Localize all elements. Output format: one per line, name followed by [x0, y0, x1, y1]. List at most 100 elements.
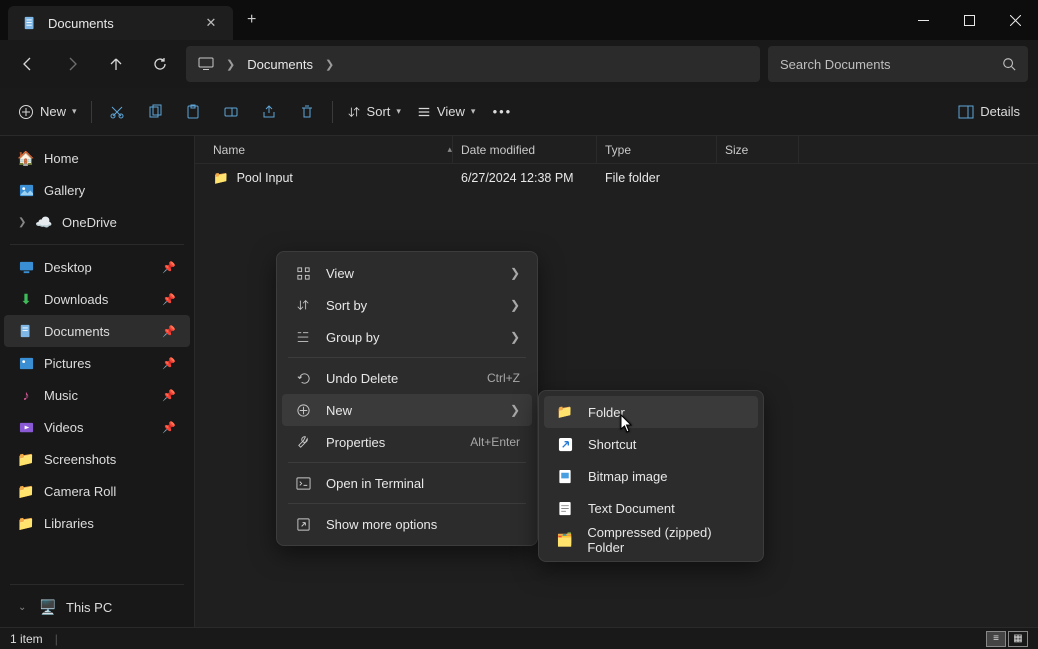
paste-button[interactable] — [174, 96, 212, 128]
ctx-show-more[interactable]: Show more options — [282, 508, 532, 540]
chevron-right-icon: ❯ — [510, 330, 520, 344]
new-submenu: 📁Folder Shortcut Bitmap image Text Docum… — [538, 390, 764, 562]
column-headers: Name▴ Date modified Type Size — [195, 136, 1038, 164]
title-bar: Documents ✕ + — [0, 0, 1038, 40]
sidebar-item-onedrive[interactable]: ❯☁️OneDrive — [4, 206, 190, 238]
more-button[interactable]: ••• — [483, 96, 521, 128]
forward-button[interactable] — [54, 46, 90, 82]
thumbnails-view-toggle[interactable]: ▦ — [1008, 631, 1028, 647]
submenu-shortcut[interactable]: Shortcut — [544, 428, 758, 460]
folder-icon: 📁 — [18, 515, 34, 531]
submenu-text[interactable]: Text Document — [544, 492, 758, 524]
submenu-bitmap[interactable]: Bitmap image — [544, 460, 758, 492]
submenu-zip[interactable]: 🗂️Compressed (zipped) Folder — [544, 524, 758, 556]
undo-icon — [294, 371, 312, 386]
toolbar: New ▾ Sort ▾ View ▾ ••• Details — [0, 88, 1038, 136]
plus-circle-icon — [294, 403, 312, 418]
sidebar-item-documents[interactable]: Documents📌 — [4, 315, 190, 347]
ctx-group-by[interactable]: Group by❯ — [282, 321, 532, 353]
column-type[interactable]: Type — [597, 136, 717, 163]
submenu-folder[interactable]: 📁Folder — [544, 396, 758, 428]
refresh-button[interactable] — [142, 46, 178, 82]
search-placeholder: Search Documents — [780, 57, 891, 72]
sidebar-item-videos[interactable]: Videos📌 — [4, 411, 190, 443]
view-button[interactable]: View ▾ — [409, 96, 483, 128]
sort-indicator-icon: ▴ — [447, 144, 452, 155]
chevron-down-icon: ▾ — [396, 106, 401, 117]
bitmap-icon — [556, 469, 574, 484]
context-menu: View❯ Sort by❯ Group by❯ Undo DeleteCtrl… — [276, 251, 538, 546]
up-button[interactable] — [98, 46, 134, 82]
details-pane-icon — [958, 104, 974, 120]
ctx-sort-by[interactable]: Sort by❯ — [282, 289, 532, 321]
file-row[interactable]: 📁Pool Input 6/27/2024 12:38 PM File fold… — [195, 164, 1038, 192]
sidebar-item-cameraroll[interactable]: 📁Camera Roll — [4, 475, 190, 507]
sidebar-item-home[interactable]: 🏠Home — [4, 142, 190, 174]
ctx-new[interactable]: New❯ — [282, 394, 532, 426]
chevron-right-icon: ❯ — [325, 58, 334, 71]
ctx-properties[interactable]: PropertiesAlt+Enter — [282, 426, 532, 458]
minimize-button[interactable] — [900, 0, 946, 40]
ctx-open-terminal[interactable]: Open in Terminal — [282, 467, 532, 499]
folder-icon: 📁 — [213, 171, 229, 186]
list-icon — [417, 105, 431, 119]
rename-button[interactable] — [212, 96, 250, 128]
ctx-view[interactable]: View❯ — [282, 257, 532, 289]
chevron-right-icon: ❯ — [510, 403, 520, 417]
ctx-undo-delete[interactable]: Undo DeleteCtrl+Z — [282, 362, 532, 394]
documents-icon — [22, 15, 38, 31]
new-button[interactable]: New ▾ — [10, 96, 85, 128]
column-size[interactable]: Size — [717, 136, 799, 163]
videos-icon — [18, 419, 34, 435]
share-button[interactable] — [250, 96, 288, 128]
view-label: View — [437, 104, 465, 119]
sidebar-item-downloads[interactable]: ⬇Downloads📌 — [4, 283, 190, 315]
delete-button[interactable] — [288, 96, 326, 128]
shortcut-text: Alt+Enter — [470, 435, 520, 449]
cut-button[interactable] — [98, 96, 136, 128]
pc-icon — [198, 56, 214, 72]
sort-button[interactable]: Sort ▾ — [339, 96, 409, 128]
column-name[interactable]: Name▴ — [195, 136, 453, 163]
close-button[interactable] — [992, 0, 1038, 40]
column-date[interactable]: Date modified — [453, 136, 597, 163]
sidebar-item-music[interactable]: ♪Music📌 — [4, 379, 190, 411]
sidebar-item-gallery[interactable]: Gallery — [4, 174, 190, 206]
new-tab-button[interactable]: + — [247, 11, 256, 29]
breadcrumb-documents[interactable]: Documents — [247, 57, 313, 72]
music-icon: ♪ — [18, 387, 34, 403]
folder-icon: 📁 — [556, 404, 574, 420]
sidebar-item-pictures[interactable]: Pictures📌 — [4, 347, 190, 379]
window-controls — [900, 0, 1038, 40]
group-icon — [294, 330, 312, 344]
item-count: 1 item — [10, 632, 43, 646]
details-view-toggle[interactable]: ≡ — [986, 631, 1006, 647]
sidebar-item-thispc[interactable]: ⌄🖥️This PC — [4, 591, 190, 623]
address-bar[interactable]: ❯ Documents ❯ — [186, 46, 760, 82]
sidebar-item-libraries[interactable]: 📁Libraries — [4, 507, 190, 539]
zip-folder-icon: 🗂️ — [556, 532, 573, 548]
desktop-icon — [18, 259, 34, 275]
sidebar-item-screenshots[interactable]: 📁Screenshots — [4, 443, 190, 475]
chevron-right-icon: ❯ — [510, 266, 520, 280]
details-pane-button[interactable]: Details — [950, 96, 1028, 128]
folder-icon: 📁 — [18, 483, 34, 499]
window-tab[interactable]: Documents ✕ — [8, 6, 233, 40]
grid-icon — [294, 266, 312, 281]
text-doc-icon — [556, 501, 574, 516]
maximize-button[interactable] — [946, 0, 992, 40]
sort-icon — [347, 105, 361, 119]
pin-icon: 📌 — [162, 293, 176, 306]
back-button[interactable] — [10, 46, 46, 82]
cloud-icon: ☁️ — [36, 214, 52, 230]
sidebar-item-desktop[interactable]: Desktop📌 — [4, 251, 190, 283]
tab-close-icon[interactable]: ✕ — [203, 15, 219, 31]
navigation-bar: ❯ Documents ❯ Search Documents — [0, 40, 1038, 88]
search-input[interactable]: Search Documents — [768, 46, 1028, 82]
pictures-icon — [18, 355, 34, 371]
search-icon — [1002, 57, 1016, 71]
pin-icon: 📌 — [162, 261, 176, 274]
pc-icon: 🖥️ — [40, 599, 56, 615]
copy-button[interactable] — [136, 96, 174, 128]
sort-label: Sort — [367, 104, 391, 119]
